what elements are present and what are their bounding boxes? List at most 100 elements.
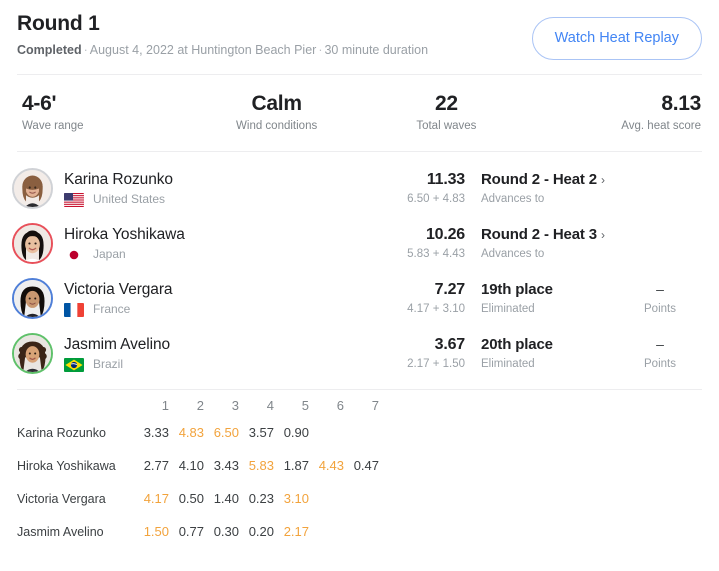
- table-row: Victoria Vergara 4.17 0.50 1.40 0.23 3.10: [17, 482, 702, 515]
- athlete-total-score: 10.26: [425, 226, 465, 243]
- chevron-right-icon: ›: [600, 172, 605, 187]
- column-header-wave-7: 7: [371, 398, 379, 413]
- stat-avg-heat-score: 8.13 Avg. heat score: [531, 91, 719, 134]
- avatar: [12, 168, 53, 209]
- athlete-info: Hiroka Yoshikawa Japan: [64, 225, 377, 262]
- stat-value: 22: [434, 92, 458, 115]
- athlete-name: Jasmim Avelino: [64, 336, 170, 353]
- heat-meta-line: Completed · August 4, 2022 at Huntington B…: [17, 42, 428, 58]
- wave-table-head: 1 2 3 4 5 6 7: [17, 390, 702, 416]
- flag-icon-fr: [64, 302, 84, 317]
- wave-score-cell: 3.10: [283, 491, 309, 506]
- wave-row-athlete-name: Victoria Vergara: [17, 491, 106, 506]
- status-badge: Completed: [17, 43, 82, 57]
- athlete-row[interactable]: Karina Rozunko United States 11.33 6.50 …: [0, 161, 719, 216]
- heat-stats-row: 4-6' Wave range Calm Wind conditions 22 …: [0, 75, 719, 151]
- column-header-wave-3: 3: [231, 398, 239, 413]
- column-header-athlete: [17, 390, 135, 416]
- athlete-score-column: 7.27 4.17 + 3.10: [377, 280, 473, 317]
- athlete-result-text: 19th place: [481, 281, 553, 298]
- athlete-result-sub: Advances to: [481, 193, 545, 205]
- athlete-result-column[interactable]: Round 2 - Heat 2 › Advances to: [473, 170, 618, 207]
- wave-score-cell: 6.50: [213, 425, 239, 440]
- athlete-result-column: 19th place Eliminated: [473, 280, 618, 317]
- wave-score-cell: [345, 482, 380, 515]
- wave-score-cell: [345, 515, 380, 548]
- wave-score-cell: 0.90: [283, 425, 309, 440]
- athlete-total-score: 7.27: [434, 281, 466, 298]
- stat-label: Wave range: [22, 120, 84, 132]
- athlete-row[interactable]: Victoria Vergara France 7.27 4.17 + 3.10: [0, 271, 719, 326]
- athlete-row[interactable]: Hiroka Yoshikawa Japan 10.26 5.83 + 4.43: [0, 216, 719, 271]
- athlete-country: Japan: [64, 247, 377, 262]
- athlete-result-title[interactable]: Round 2 - Heat 2 ›: [481, 170, 618, 189]
- watch-heat-replay-button[interactable]: Watch Heat Replay: [531, 17, 702, 60]
- athlete-result-text: 20th place: [481, 336, 553, 353]
- athlete-result-column: 20th place Eliminated: [473, 335, 618, 372]
- stat-value: Calm: [251, 92, 302, 115]
- athlete-info: Jasmim Avelino Brazil: [64, 335, 377, 372]
- wave-score-cell: [345, 416, 380, 449]
- wave-row-athlete-name: Karina Rozunko: [17, 425, 106, 440]
- athlete-result-text: Round 2 - Heat 2: [481, 171, 597, 188]
- stat-label: Wind conditions: [236, 120, 318, 132]
- athlete-score-breakdown: 4.17 + 3.10: [407, 303, 465, 315]
- athlete-points-label: Points: [644, 303, 676, 315]
- wave-score-cell: 0.50: [178, 491, 204, 506]
- column-header-spacer: [380, 390, 702, 416]
- athlete-points-label: Points: [644, 358, 676, 370]
- athlete-name: Karina Rozunko: [64, 171, 173, 188]
- athlete-result-sub: Eliminated: [481, 358, 535, 370]
- wave-row-athlete-name: Hiroka Yoshikawa: [17, 458, 116, 473]
- athlete-points-column: [618, 187, 702, 190]
- header-text-group: Round 1 Completed · August 4, 2022 at Hunt…: [17, 8, 428, 58]
- column-header-wave-1: 1: [161, 398, 169, 413]
- wave-score-cell: 4.83: [178, 425, 204, 440]
- wave-scores-table-wrapper: 1 2 3 4 5 6 7 Karina Rozunko 3.33 4.83 6.50…: [0, 390, 719, 548]
- column-header-wave-2: 2: [196, 398, 204, 413]
- athlete-result-title[interactable]: Round 2 - Heat 3 ›: [481, 225, 618, 244]
- wave-score-cell: 2.77: [143, 458, 169, 473]
- table-header-row: 1 2 3 4 5 6 7: [17, 390, 702, 416]
- wave-score-cell: [310, 515, 345, 548]
- wave-score-cell: 4.10: [178, 458, 204, 473]
- column-header-wave-6: 6: [336, 398, 344, 413]
- wave-score-cell: 0.77: [178, 524, 204, 539]
- wave-score-cell: 1.87: [283, 458, 309, 473]
- wave-score-cell: 3.57: [248, 425, 274, 440]
- stat-label: Total waves: [416, 120, 477, 132]
- athlete-name: Hiroka Yoshikawa: [64, 226, 185, 243]
- athlete-points-value: –: [656, 281, 664, 297]
- page-title: Round 1: [17, 12, 100, 35]
- table-row: Hiroka Yoshikawa 2.77 4.10 3.43 5.83 1.87 4.43…: [17, 449, 702, 482]
- wave-row-spacer: [380, 482, 702, 515]
- athlete-info: Karina Rozunko United States: [64, 170, 377, 207]
- wave-score-cell: 0.20: [248, 524, 274, 539]
- athlete-list: Karina Rozunko United States 11.33 6.50 …: [0, 152, 719, 389]
- wave-row-athlete-name: Jasmim Avelino: [17, 524, 104, 539]
- athlete-country: France: [64, 302, 377, 317]
- wave-row-spacer: [380, 515, 702, 548]
- athlete-info: Victoria Vergara France: [64, 280, 377, 317]
- flag-icon-br: [64, 357, 84, 372]
- athlete-result-sub: Advances to: [481, 248, 545, 260]
- athlete-score-column: 3.67 2.17 + 1.50: [377, 335, 473, 372]
- wave-score-cell: 1.40: [213, 491, 239, 506]
- meta-separator-1: ·: [83, 43, 88, 57]
- flag-icon-us: [64, 192, 84, 207]
- heat-duration: 30 minute duration: [324, 43, 429, 57]
- wave-score-cell: 3.33: [143, 425, 169, 440]
- table-row: Jasmim Avelino 1.50 0.77 0.30 0.20 2.17: [17, 515, 702, 548]
- wave-score-cell: [310, 416, 345, 449]
- athlete-points-column: [618, 242, 702, 245]
- athlete-score-column: 11.33 6.50 + 4.83: [377, 170, 473, 207]
- wave-scores-table: 1 2 3 4 5 6 7 Karina Rozunko 3.33 4.83 6.50…: [17, 390, 702, 548]
- stat-label: Avg. heat score: [621, 120, 701, 132]
- wave-score-cell: 1.50: [143, 524, 169, 539]
- stat-wave-range: 4-6' Wave range: [0, 91, 192, 134]
- athlete-score-breakdown: 2.17 + 1.50: [407, 358, 465, 370]
- wave-row-spacer: [380, 416, 702, 449]
- athlete-row[interactable]: Jasmim Avelino Brazil 3.67 2.17 + 1.50 2…: [0, 326, 719, 381]
- avatar: [12, 333, 53, 374]
- athlete-result-column[interactable]: Round 2 - Heat 3 › Advances to: [473, 225, 618, 262]
